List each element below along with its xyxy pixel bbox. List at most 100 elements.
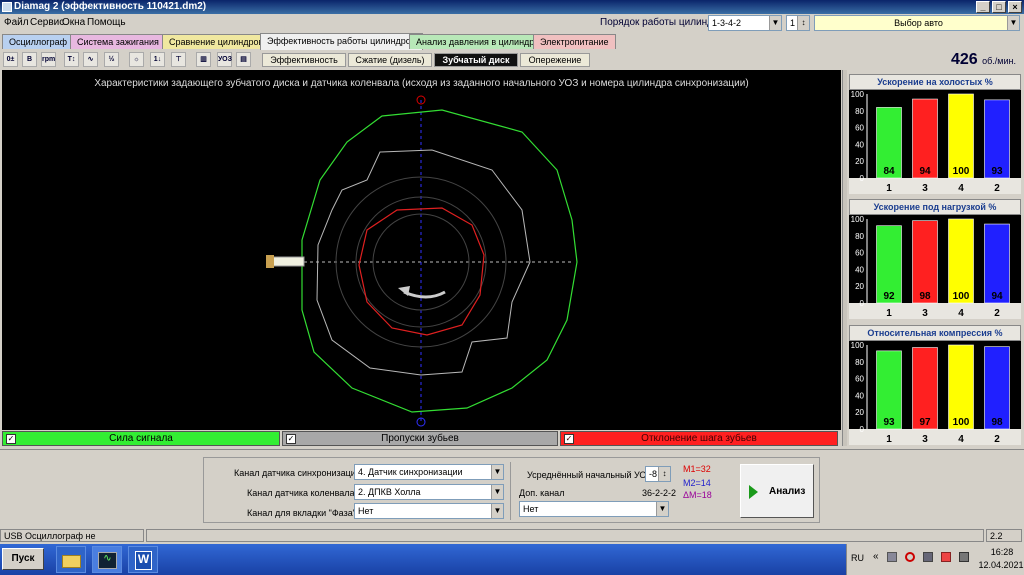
bar-value-label: 100 [953, 291, 970, 302]
panel-splitter[interactable] [842, 70, 847, 446]
wave-icon[interactable]: ∿ [83, 52, 98, 67]
maximize-button[interactable]: □ [992, 1, 1006, 13]
tab-oscilloscope[interactable]: Осциллограф [2, 34, 74, 49]
toolbar: 0± B rpm T↕ ∿ ½ ☼ 1↓ ⊤ ▥ УОЗ ▤ Эффективн… [0, 51, 1024, 69]
volume-icon[interactable] [959, 552, 969, 562]
word-icon[interactable]: W [128, 546, 158, 573]
rotation-arrow [403, 290, 446, 299]
bold-b-icon[interactable]: B [22, 52, 37, 67]
phase-channel-label: Канал для вкладки "Фаза" [247, 508, 356, 518]
bar-value-label: 93 [991, 166, 1003, 177]
chevron-down-icon: ▼ [491, 504, 503, 518]
app-icon [2, 2, 12, 12]
subtab-compression-diesel[interactable]: Сжатие (дизель) [348, 53, 432, 67]
sun-icon[interactable]: ☼ [129, 52, 144, 67]
checkbox-icon[interactable]: ✓ [286, 434, 296, 444]
crank-channel-value: 2. ДПКВ Холла [358, 487, 421, 497]
y-tick-label: 100 [851, 215, 865, 224]
menu-file[interactable]: Файл [4, 17, 29, 28]
chevron-down-icon: ▼ [491, 485, 503, 499]
spin-arrows-icon: ↕ [797, 16, 809, 30]
crank-channel-label: Канал датчика коленвала [247, 488, 355, 498]
toothed-disc-plot: Характеристики задающего зубчатого диска… [2, 70, 841, 430]
extra-channel-select[interactable]: Нет ▼ [519, 501, 669, 517]
bar-value-label: 98 [919, 291, 931, 302]
y-tick-label: 80 [855, 232, 864, 241]
phase-channel-select[interactable]: Нет ▼ [354, 503, 504, 519]
numbers-icon[interactable]: 1↓ [150, 52, 165, 67]
minimize-button[interactable]: _ [976, 1, 990, 13]
close-button[interactable]: × [1008, 1, 1022, 13]
rpm-icon[interactable]: rpm [41, 52, 56, 67]
chevron-down-icon: ▼ [491, 465, 503, 479]
checkbox-icon[interactable]: ✓ [564, 434, 574, 444]
start-label: Пуск [11, 553, 35, 564]
analyze-label: Анализ [769, 486, 806, 497]
cylinders-icon[interactable]: ▥ [196, 52, 211, 67]
load-accel-header: Ускорение под нагрузкой % [849, 199, 1021, 215]
y-tick-label: 100 [851, 90, 865, 99]
diamag-app-icon[interactable]: ∿ [92, 546, 122, 573]
m1-value: M1=32 [683, 464, 711, 474]
tab-cylinder-efficiency[interactable]: Эффективность работы цилиндров [260, 33, 423, 50]
analyze-button[interactable]: Анализ [740, 464, 814, 518]
y-tick-label: 0 [860, 299, 865, 308]
y-tick-label: 20 [855, 157, 864, 166]
checkbox-icon[interactable]: ✓ [6, 434, 16, 444]
uoz-label: Усреднённый начальный УОЗ [527, 470, 652, 480]
rpm-unit: об./мин. [982, 56, 1016, 66]
extra-channel-label: Доп. канал [519, 488, 565, 498]
folder-icon[interactable] [56, 546, 86, 573]
start-button[interactable]: Пуск [2, 548, 44, 570]
phase-channel-value: Нет [358, 506, 374, 516]
cylinder-order-select[interactable]: 1-3-4-2 ▼ [708, 15, 782, 31]
play-icon [749, 485, 758, 499]
tab-ignition[interactable]: Система зажигания [70, 34, 166, 49]
vehicle-select-value: Выбор авто [894, 18, 943, 28]
y-tick-label: 20 [855, 282, 864, 291]
legend-tooth-skips[interactable]: ✓ Пропуски зубьев [282, 431, 558, 446]
dm-value: ΔM=18 [683, 490, 712, 500]
security-icon[interactable] [941, 552, 951, 562]
horizontal-splitter[interactable] [0, 449, 1024, 454]
menu-windows[interactable]: Окна [62, 17, 85, 28]
y-tick-label: 60 [855, 124, 864, 133]
blocked-icon[interactable] [905, 552, 915, 562]
tab-power[interactable]: Электропитание [533, 34, 616, 49]
m2-value: M2=14 [683, 478, 711, 488]
y-tick-label: 80 [855, 107, 864, 116]
cylinder-spin[interactable]: 1 ↕ [786, 15, 810, 31]
compression-header: Относительная компрессия % [849, 325, 1021, 341]
subtab-efficiency[interactable]: Эффективность [262, 53, 346, 67]
scale-icon[interactable]: 0± [3, 52, 18, 67]
taskbar: Пуск ∿ W RU « 16:28 12.04.2021 [0, 544, 1024, 575]
sync-channel-select[interactable]: 4. Датчик синхронизации ▼ [354, 464, 504, 480]
window-title: Diamag 2 (эффективность 110421.dm2) [14, 1, 207, 12]
category-label: 2 [994, 434, 1000, 445]
system-tray: RU « 16:28 12.04.2021 [846, 544, 1024, 575]
markers-icon[interactable]: T↕ [64, 52, 79, 67]
menu-service[interactable]: Сервис [30, 17, 64, 28]
y-tick-label: 40 [855, 265, 864, 274]
filter-icon[interactable]: ⊤ [171, 52, 186, 67]
report-icon[interactable]: ▤ [236, 52, 251, 67]
safely-remove-icon[interactable] [923, 552, 933, 562]
tab-pressure-analysis[interactable]: Анализ давления в цилиндре [409, 34, 547, 49]
fraction-icon[interactable]: ½ [104, 52, 119, 67]
crank-channel-select[interactable]: 2. ДПКВ Холла ▼ [354, 484, 504, 500]
legend-signal-strength[interactable]: ✓ Сила сигнала [2, 431, 280, 446]
vehicle-select[interactable]: Выбор авто ▼ [814, 15, 1020, 31]
subtab-toothed-disc[interactable]: Зубчатый диск [434, 53, 518, 67]
divider [510, 462, 511, 520]
subtab-advance[interactable]: Опережение [520, 53, 590, 67]
menu-help[interactable]: Помощь [87, 17, 126, 28]
uoz-icon[interactable]: УОЗ [217, 52, 232, 67]
tray-expand-icon[interactable]: « [873, 551, 879, 562]
network-icon[interactable] [887, 552, 897, 562]
uoz-spin[interactable]: -8 ↕ [645, 466, 671, 482]
language-indicator[interactable]: RU [851, 553, 864, 563]
legend-pitch-deviation[interactable]: ✓ Отклонение шага зубьев [560, 431, 838, 446]
category-label: 1 [886, 308, 892, 319]
tab-cylinder-compare[interactable]: Сравнение цилиндров [162, 34, 271, 49]
category-label: 1 [886, 183, 892, 194]
